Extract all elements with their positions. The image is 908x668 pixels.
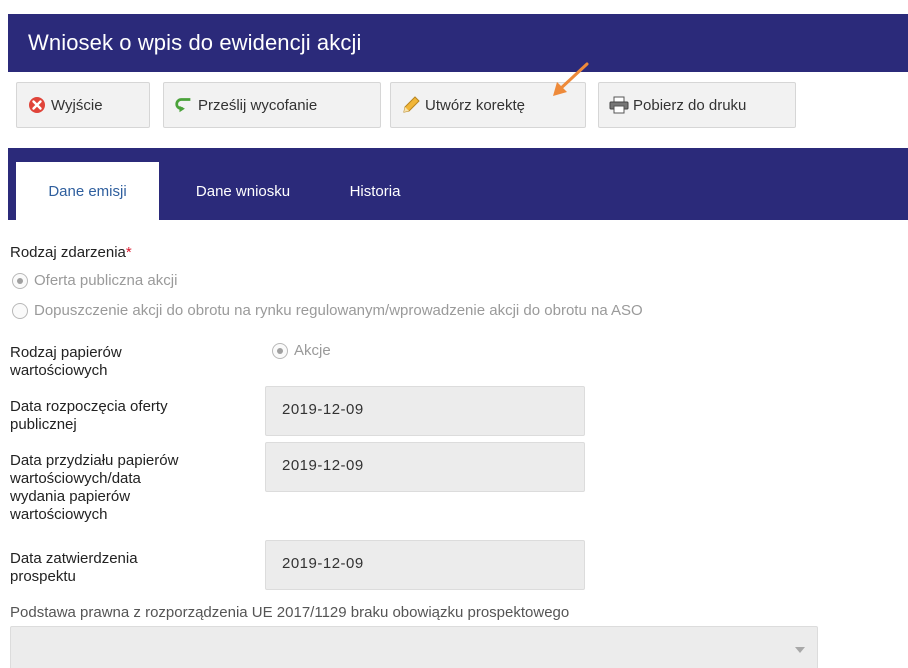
create-correction-label: Utwórz korektę (425, 96, 526, 114)
radio-shares[interactable]: Akcje (272, 342, 331, 359)
tab-historia[interactable]: Historia (335, 162, 415, 220)
radio-unchecked-icon (12, 302, 28, 319)
tab-dane-wniosku[interactable]: Dane wniosku (173, 162, 313, 220)
prospectus-date-field[interactable]: 2019-12-09 (265, 540, 585, 590)
allotment-date-field[interactable]: 2019-12-09 (265, 442, 585, 492)
tab-dane-emisji[interactable]: Dane emisji (16, 162, 159, 220)
radio-admission-trading[interactable]: Dopuszczenie akcji do obrotu na rynku re… (12, 302, 643, 319)
offer-start-date-field[interactable]: 2019-12-09 (265, 386, 585, 436)
chevron-down-icon (795, 647, 805, 653)
download-print-label: Pobierz do druku (633, 96, 747, 114)
radio-checked-icon (272, 342, 288, 359)
securities-type-label: Rodzaj papierów wartościowych (10, 344, 122, 379)
offer-start-label: Data rozpoczęcia oferty publicznej (10, 398, 168, 433)
required-marker: * (125, 244, 132, 261)
send-withdrawal-label: Prześlij wycofanie (198, 96, 318, 114)
event-type-label: Rodzaj zdarzenia* (10, 244, 132, 261)
window-header: Wniosek o wpis do ewidencji akcji (8, 14, 908, 72)
pencil-icon (401, 95, 421, 115)
toolbar: Wyjście Prześlij wycofanie Utwórz korekt… (8, 72, 908, 148)
allotment-date-label: Data przydziału papierów wartościowych/d… (10, 452, 179, 523)
radio-checked-icon (12, 272, 28, 289)
download-print-button[interactable]: Pobierz do druku (598, 82, 796, 128)
close-circle-icon (27, 95, 47, 115)
send-arrow-icon (174, 95, 194, 115)
tab-bar: Dane emisji Dane wniosku Historia (8, 148, 908, 220)
annotation-arrow-icon (553, 62, 589, 96)
legal-basis-label: Podstawa prawna z rozporządzenia UE 2017… (10, 604, 570, 621)
page-title: Wniosek o wpis do ewidencji akcji (28, 30, 362, 55)
printer-icon (609, 95, 629, 115)
send-withdrawal-button[interactable]: Prześlij wycofanie (163, 82, 381, 128)
radio-public-offer[interactable]: Oferta publiczna akcji (12, 272, 177, 289)
exit-button-label: Wyjście (51, 96, 103, 114)
exit-button[interactable]: Wyjście (16, 82, 150, 128)
legal-basis-select[interactable] (10, 626, 818, 668)
prospectus-date-label: Data zatwierdzenia prospektu (10, 550, 138, 585)
